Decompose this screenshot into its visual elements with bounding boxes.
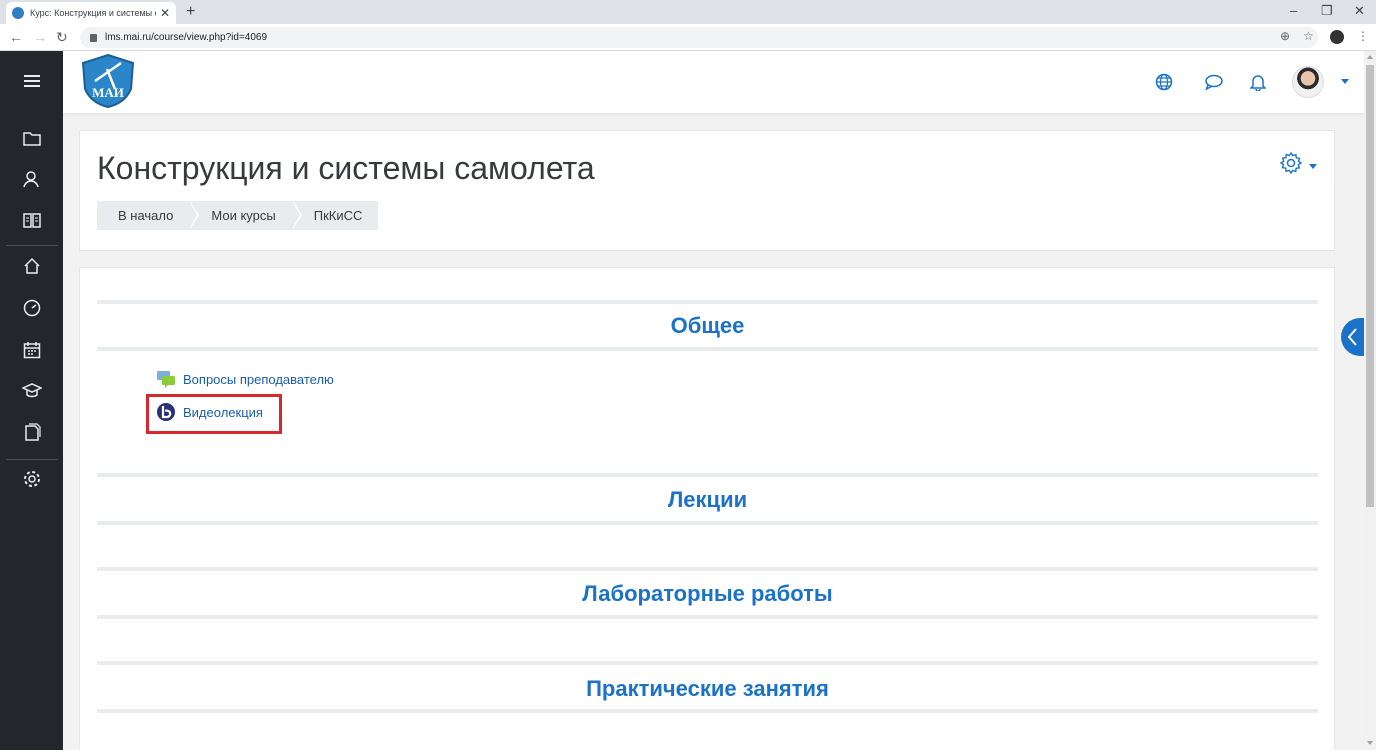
url-text: lms.mai.ru/course/view.php?id=4069 bbox=[105, 32, 268, 43]
breadcrumb-my-courses[interactable]: Мои курсы bbox=[189, 201, 303, 230]
home-icon[interactable] bbox=[22, 256, 42, 276]
highlight-box bbox=[146, 394, 282, 434]
lock-icon bbox=[90, 33, 97, 42]
page-header-card: Конструкция и системы самолета В начало … bbox=[79, 130, 1335, 251]
zoom-icon[interactable]: ⊕ bbox=[1280, 29, 1290, 43]
browser-profile-avatar[interactable] bbox=[1330, 30, 1344, 44]
settings-caret-icon[interactable] bbox=[1309, 164, 1317, 169]
favicon-icon bbox=[12, 7, 24, 19]
mai-logo[interactable]: МАИ bbox=[79, 53, 137, 109]
breadcrumb: В начало Мои курсы ПкКиСС bbox=[97, 201, 379, 230]
activity-forum[interactable]: Вопросы преподавателю bbox=[156, 369, 334, 389]
graduation-cap-icon[interactable] bbox=[22, 381, 42, 401]
browser-tab-title: Курс: Конструкция и системы с bbox=[30, 8, 156, 18]
page-scrollbar[interactable] bbox=[1364, 51, 1376, 750]
reload-icon[interactable]: ↻ bbox=[56, 29, 68, 46]
section-divider bbox=[97, 300, 1318, 304]
course-settings-gear-icon[interactable] bbox=[1279, 151, 1303, 175]
activity-forum-label: Вопросы преподавателю bbox=[183, 371, 334, 387]
section-divider bbox=[97, 709, 1318, 713]
nav-divider bbox=[6, 245, 58, 246]
language-icon[interactable] bbox=[1154, 72, 1174, 92]
new-tab-icon[interactable]: + bbox=[186, 3, 195, 21]
bookmark-star-icon[interactable]: ☆ bbox=[1303, 29, 1314, 43]
section-title-practice[interactable]: Практические занятия bbox=[97, 676, 1318, 702]
page-title: Конструкция и системы самолета bbox=[97, 150, 595, 186]
back-icon[interactable]: ← bbox=[9, 29, 23, 45]
blocks-drawer-toggle[interactable] bbox=[1341, 318, 1365, 356]
minimize-icon[interactable]: – bbox=[1290, 3, 1297, 18]
browser-address-bar: ← → ↻ lms.mai.ru/course/view.php?id=4069… bbox=[0, 24, 1376, 51]
left-nav-drawer bbox=[0, 51, 63, 750]
section-title-labs[interactable]: Лабораторные работы bbox=[97, 581, 1318, 607]
restore-icon[interactable]: ❐ bbox=[1321, 3, 1333, 19]
hamburger-menu-icon[interactable] bbox=[22, 71, 42, 91]
section-divider bbox=[97, 615, 1318, 619]
forum-icon bbox=[156, 369, 176, 389]
user-menu-caret-icon[interactable] bbox=[1341, 79, 1349, 84]
section-divider bbox=[97, 567, 1318, 571]
notifications-icon[interactable] bbox=[1248, 72, 1268, 92]
section-divider bbox=[97, 661, 1318, 665]
folder-icon[interactable] bbox=[22, 128, 42, 148]
close-tab-icon[interactable]: ✕ bbox=[160, 6, 170, 20]
site-admin-gear-icon[interactable] bbox=[22, 469, 42, 489]
browser-tab[interactable]: Курс: Конструкция и системы с ✕ bbox=[6, 2, 176, 24]
scroll-up-icon[interactable] bbox=[1367, 55, 1373, 59]
messages-icon[interactable] bbox=[1204, 72, 1224, 92]
private-files-icon[interactable] bbox=[22, 422, 42, 442]
url-field[interactable]: lms.mai.ru/course/view.php?id=4069 bbox=[80, 27, 1318, 48]
scroll-down-icon[interactable] bbox=[1367, 741, 1373, 745]
svg-text:МАИ: МАИ bbox=[92, 85, 124, 100]
section-divider bbox=[97, 347, 1318, 351]
section-title-general[interactable]: Общее bbox=[97, 313, 1318, 339]
breadcrumb-home[interactable]: В начало bbox=[97, 201, 200, 230]
user-avatar[interactable] bbox=[1292, 66, 1324, 98]
close-window-icon[interactable]: ✕ bbox=[1354, 3, 1365, 19]
section-title-lectures[interactable]: Лекции bbox=[97, 487, 1318, 513]
participants-icon[interactable] bbox=[22, 169, 42, 189]
course-content: Общее Вопросы преподавателю Видеолекция … bbox=[79, 267, 1335, 750]
top-navbar: МАИ bbox=[63, 51, 1364, 113]
browser-tab-bar: Курс: Конструкция и системы с ✕ + – ❐ ✕ bbox=[0, 0, 1376, 24]
scrollbar-thumb[interactable] bbox=[1366, 65, 1374, 507]
breadcrumb-course[interactable]: ПкКиСС bbox=[291, 201, 379, 230]
grades-book-icon[interactable] bbox=[22, 210, 42, 230]
browser-menu-icon[interactable]: ⋮ bbox=[1357, 29, 1369, 43]
calendar-icon[interactable] bbox=[22, 340, 42, 360]
forward-icon[interactable]: → bbox=[33, 29, 47, 45]
dashboard-icon[interactable] bbox=[22, 298, 42, 318]
section-divider bbox=[97, 521, 1318, 525]
nav-divider bbox=[6, 459, 58, 460]
section-divider bbox=[97, 473, 1318, 477]
